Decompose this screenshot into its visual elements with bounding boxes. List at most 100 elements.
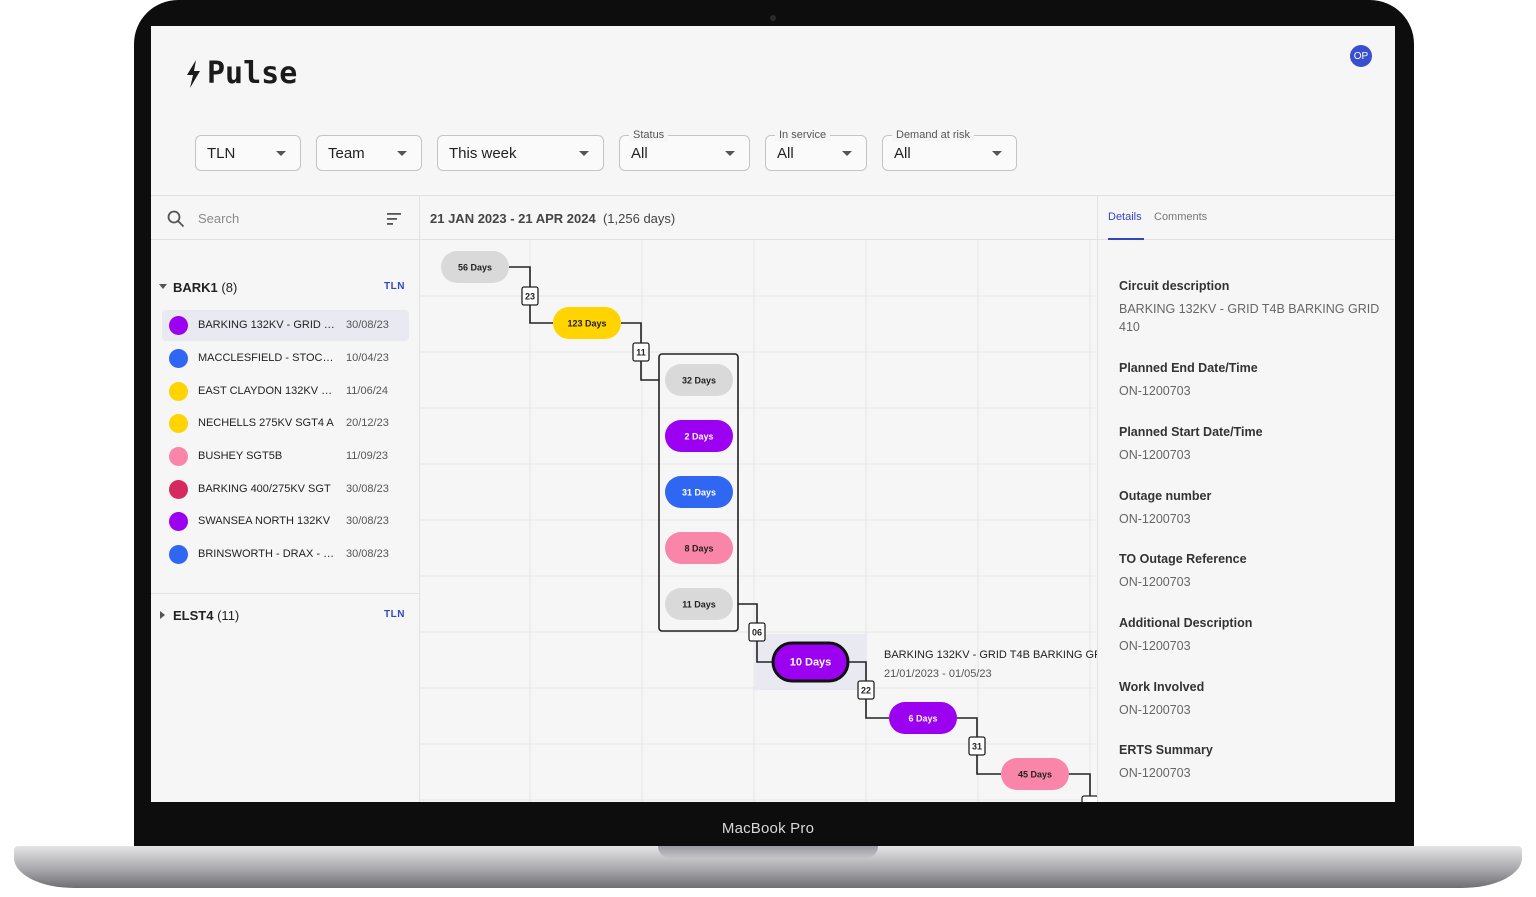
details-panel: Details Comments Circuit description BARK…	[1098, 196, 1395, 802]
group-header-bark1[interactable]: BARK1 (8) TLN	[151, 276, 419, 300]
detail-label: ERTS Summary	[1119, 743, 1213, 757]
item-date: 10/04/23	[346, 352, 389, 364]
item-name: MACCLESFIELD - STOCKSBRIDGE	[198, 352, 336, 364]
list-item[interactable]: NECHELLS 275KV SGT4 A 20/12/23	[162, 408, 409, 439]
item-date: 30/08/23	[346, 319, 389, 331]
outage-timeline: 23 11 06 22 31 56 Days 123 Days 32 Days 2 Days 31…	[420, 240, 1097, 802]
pill-label: 56 Days	[458, 263, 492, 273]
filter-label: In service	[775, 129, 831, 141]
caret-down-icon	[842, 151, 852, 156]
caret-down-icon	[579, 151, 589, 156]
caret-down-icon	[276, 151, 286, 156]
filter-label: Demand at risk	[892, 129, 974, 141]
filter-in-service[interactable]: In service All	[765, 129, 867, 171]
item-date: 11/09/23	[346, 450, 389, 462]
list-item[interactable]: BARKING 132KV - GRID T4B BARKING GRID 41…	[162, 310, 409, 341]
status-dot	[169, 316, 188, 335]
app-logo[interactable]: Pulse	[185, 56, 297, 91]
item-date: 11/06/24	[346, 385, 389, 397]
search-input[interactable]: Search	[198, 211, 239, 226]
detail-label: Circuit description	[1119, 279, 1230, 293]
search-bar[interactable]: Search	[167, 208, 407, 232]
gap-label: 06	[752, 628, 762, 638]
caret-down-icon	[725, 151, 735, 156]
list-item[interactable]: BARKING 400/275KV SGT 30/08/23	[162, 474, 409, 505]
detail-label: Planned End Date/Time	[1119, 361, 1258, 375]
group-name: BARK1 (8)	[173, 280, 238, 295]
lightning-icon	[187, 59, 200, 88]
laptop-notch	[658, 846, 878, 858]
detail-value: ON-1200703	[1119, 703, 1191, 717]
item-name: BARKING 400/275KV SGT	[198, 483, 331, 495]
divider	[151, 593, 419, 594]
active-tab-indicator	[1108, 238, 1144, 240]
gap-label: 31	[972, 742, 982, 752]
filter-value: This week	[449, 145, 517, 162]
gap-badge	[1081, 795, 1097, 802]
detail-value: ON-1200703	[1119, 639, 1191, 653]
tab-comments[interactable]: Comments	[1154, 211, 1207, 223]
filter-team[interactable]: Team	[316, 135, 422, 171]
group-org-badge: TLN	[384, 281, 405, 292]
list-item[interactable]: BUSHEY SGT5B 11/09/23	[162, 441, 409, 472]
pill-label: 45 Days	[1018, 770, 1052, 780]
group-header-elst4[interactable]: ELST4 (11) TLN	[151, 604, 419, 628]
item-name: EAST CLAYDON 132KV MSC	[198, 385, 336, 397]
item-name: SWANSEA NORTH 132KV	[198, 515, 331, 527]
status-dot	[169, 349, 188, 368]
item-date: 30/08/23	[346, 483, 389, 495]
caret-down-icon	[397, 151, 407, 156]
status-dot	[169, 382, 188, 401]
filter-status[interactable]: Status All	[619, 129, 750, 171]
pill-label: 32 Days	[682, 376, 716, 386]
sort-icon[interactable]	[387, 212, 403, 226]
timeline-range: 21 JAN 2023 - 21 APR 2024 (1,256 days)	[430, 211, 676, 226]
tab-details[interactable]: Details	[1108, 211, 1142, 223]
pill-label: 6 Days	[908, 714, 937, 724]
group-org-badge: TLN	[384, 609, 405, 620]
detail-label: Additional Description	[1119, 616, 1253, 630]
app-name: Pulse	[207, 56, 298, 91]
item-date: 20/12/23	[346, 417, 389, 429]
status-dot	[169, 447, 188, 466]
group-name: ELST4 (11)	[173, 608, 240, 623]
avatar[interactable]: OP	[1350, 45, 1372, 67]
status-dot	[169, 512, 188, 531]
filter-period[interactable]: This week	[437, 135, 604, 171]
filter-value: Team	[328, 145, 365, 162]
detail-value: ON-1200703	[1119, 512, 1191, 526]
pill-label: 10 Days	[790, 657, 832, 669]
detail-value: BARKING 132KV - GRID T4B BARKING GRID 41…	[1119, 302, 1380, 334]
camera	[770, 15, 776, 21]
gap-label: 23	[525, 292, 535, 302]
item-date: 30/08/23	[346, 548, 389, 560]
hover-title: BARKING 132KV - GRID T4B BARKING GR	[884, 649, 1097, 661]
search-icon	[167, 210, 185, 228]
detail-label: TO Outage Reference	[1119, 552, 1247, 566]
item-date: 30/08/23	[346, 515, 389, 527]
caret-down-icon	[992, 151, 1002, 156]
timeline-chart: 23 11 06 22 31 56 Days 123 Days 32 Days 2 Days 31…	[420, 240, 1097, 802]
laptop-frame: MacBook Pro Pulse OP TLN Team This week …	[0, 0, 1536, 897]
status-dot	[169, 545, 188, 564]
filter-value: TLN	[207, 145, 236, 162]
circuit-sidebar: Search BARK1 (8) TLN BARKING 132KV - GRI…	[151, 196, 419, 802]
filter-label: Status	[629, 129, 669, 141]
gap-label: 22	[861, 686, 871, 696]
item-name: NECHELLS 275KV SGT4 A	[198, 417, 334, 429]
status-dot	[169, 414, 188, 433]
status-dot	[169, 480, 188, 499]
filter-value: All	[894, 145, 911, 162]
pill-label: 123 Days	[567, 319, 606, 329]
list-item[interactable]: SWANSEA NORTH 132KV 30/08/23	[162, 506, 409, 537]
pill-label: 2 Days	[684, 432, 713, 442]
list-item[interactable]: BRINSWORTH - DRAX - KEADBY 30/08/23	[162, 539, 409, 570]
list-item[interactable]: MACCLESFIELD - STOCKSBRIDGE 10/04/23	[162, 343, 409, 374]
detail-value: ON-1200703	[1119, 766, 1191, 780]
filter-demand-at-risk[interactable]: Demand at risk All	[882, 129, 1017, 171]
item-name: BRINSWORTH - DRAX - KEADBY	[198, 548, 336, 560]
filter-organisation[interactable]: TLN	[195, 135, 301, 171]
detail-label: Work Involved	[1119, 680, 1205, 694]
list-item[interactable]: EAST CLAYDON 132KV MSC 11/06/24	[162, 376, 409, 407]
pill-label: 11 Days	[682, 600, 716, 610]
